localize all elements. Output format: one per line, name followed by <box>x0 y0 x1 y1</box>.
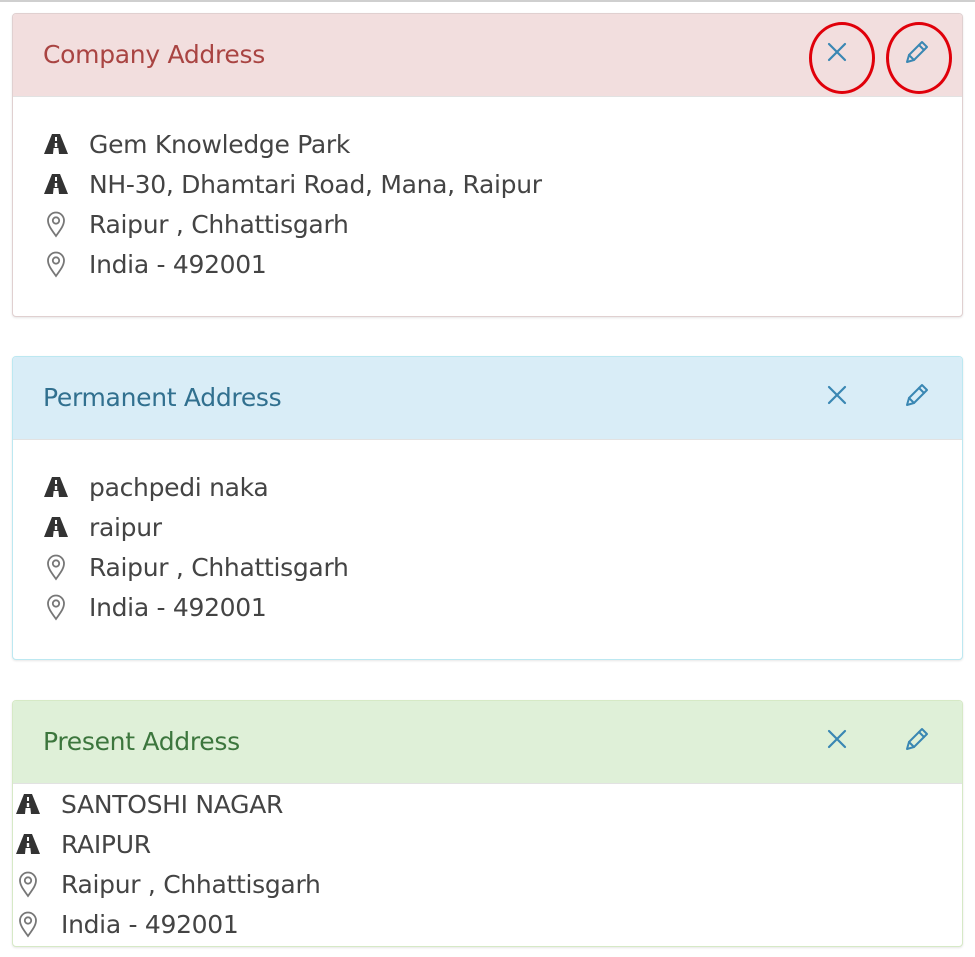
address-line-text: India - 492001 <box>61 909 239 939</box>
address-line-text: Raipur , Chhattisgarh <box>89 209 349 239</box>
road-icon <box>15 831 41 857</box>
road-icon <box>43 171 69 197</box>
map-marker-icon <box>43 594 69 621</box>
delete-button[interactable] <box>817 721 857 761</box>
close-icon <box>826 728 848 754</box>
pencil-icon <box>902 380 932 414</box>
map-marker-icon <box>15 871 41 898</box>
address-line: India - 492001 <box>43 248 267 280</box>
permanent-address-header: Permanent Address <box>13 357 962 440</box>
panel-title: Permanent Address <box>43 383 282 412</box>
map-marker-icon <box>43 554 69 581</box>
address-line-text: Raipur , Chhattisgarh <box>89 552 349 582</box>
address-line: NH-30, Dhamtari Road, Mana, Raipur <box>43 168 542 200</box>
address-line-text: raipur <box>89 512 162 542</box>
address-line-text: Raipur , Chhattisgarh <box>61 869 321 899</box>
address-line: Raipur , Chhattisgarh <box>15 868 321 900</box>
address-line-text: NH-30, Dhamtari Road, Mana, Raipur <box>89 169 542 199</box>
address-line: raipur <box>43 511 162 543</box>
edit-button[interactable] <box>897 34 937 74</box>
close-icon <box>826 384 848 410</box>
top-divider <box>0 0 975 2</box>
address-line-text: pachpedi naka <box>89 472 269 502</box>
map-marker-icon <box>43 251 69 278</box>
address-line: RAIPUR <box>15 828 151 860</box>
address-line-text: Gem Knowledge Park <box>89 129 351 159</box>
road-icon <box>43 514 69 540</box>
address-line: SANTOSHI NAGAR <box>15 788 283 820</box>
address-line: Raipur , Chhattisgarh <box>43 208 349 240</box>
address-line-text: RAIPUR <box>61 829 151 859</box>
address-line-text: India - 492001 <box>89 592 267 622</box>
permanent-address-panel: Permanent Address pachpedi naka raipur R… <box>12 356 963 660</box>
edit-button[interactable] <box>897 721 937 761</box>
address-line: India - 492001 <box>15 908 239 940</box>
company-address-panel: Company Address Gem Knowledge Park NH-30… <box>12 13 963 317</box>
address-line: Gem Knowledge Park <box>43 128 350 160</box>
address-line: India - 492001 <box>43 591 267 623</box>
road-icon <box>43 474 69 500</box>
edit-button[interactable] <box>897 377 937 417</box>
pencil-icon <box>902 724 932 758</box>
close-icon <box>826 41 848 67</box>
road-icon <box>43 131 69 157</box>
panel-title: Present Address <box>43 727 240 756</box>
present-address-panel: Present Address SANTOSHI NAGAR RAIPUR Ra… <box>12 700 963 947</box>
address-line: pachpedi naka <box>43 471 269 503</box>
address-line: Raipur , Chhattisgarh <box>43 551 349 583</box>
map-marker-icon <box>43 211 69 238</box>
map-marker-icon <box>15 911 41 938</box>
present-address-header: Present Address <box>13 701 962 784</box>
pencil-icon <box>902 37 932 71</box>
road-icon <box>15 791 41 817</box>
address-line-text: India - 492001 <box>89 249 267 279</box>
company-address-header: Company Address <box>13 14 962 97</box>
delete-button[interactable] <box>817 34 857 74</box>
panel-title: Company Address <box>43 40 265 69</box>
delete-button[interactable] <box>817 377 857 417</box>
address-line-text: SANTOSHI NAGAR <box>61 789 284 819</box>
